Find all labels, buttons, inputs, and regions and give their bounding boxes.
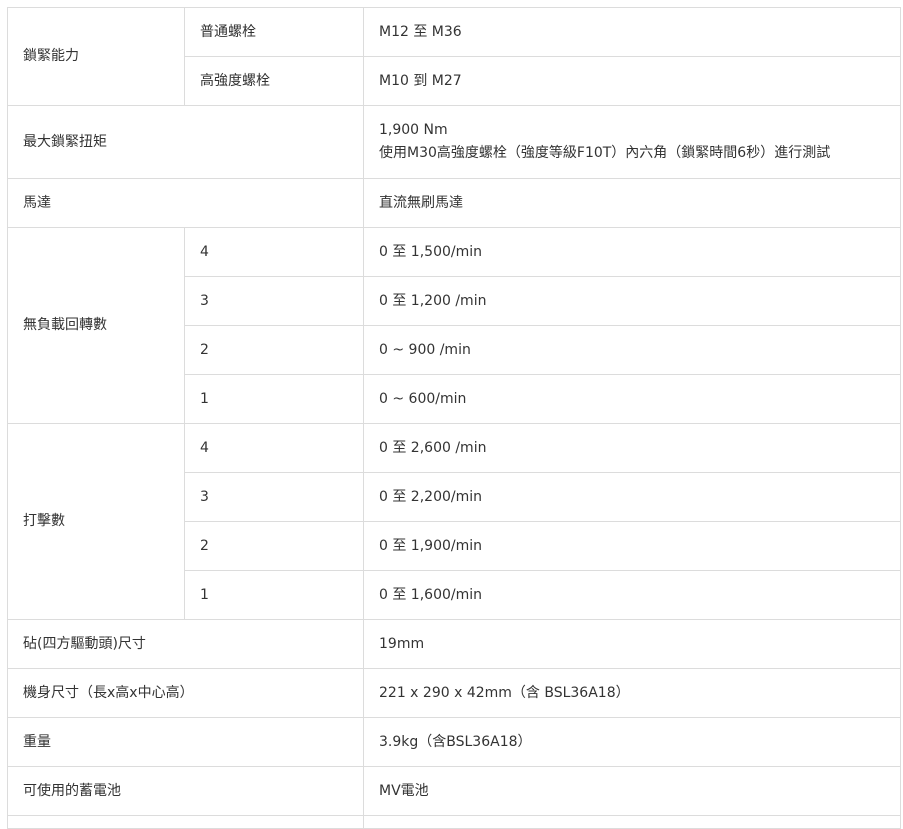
weight-label: 重量 (7, 717, 364, 767)
spec-table: 鎖緊能力 普通螺栓 M12 至 M36 高強度螺栓 M10 到 M27 最大鎖緊… (7, 7, 901, 829)
max-torque-value-line1: 1,900 Nm (379, 122, 448, 138)
impacts-value: 0 至 2,600 /min (363, 423, 901, 473)
no-load-speed-mode: 4 (184, 227, 364, 277)
max-torque-label: 最大鎖緊扭矩 (7, 105, 364, 179)
cut-off-cell (363, 815, 901, 829)
high-strength-bolt-value: M10 到 M27 (363, 56, 901, 106)
no-load-speed-mode: 2 (184, 325, 364, 375)
table-row: 馬達 直流無刷馬達 (7, 178, 901, 228)
table-row: 重量 3.9kg（含BSL36A18） (7, 717, 901, 767)
no-load-speed-value: 0 ~ 600/min (363, 374, 901, 424)
impacts-value: 0 至 1,900/min (363, 521, 901, 571)
cut-off-cell (7, 815, 364, 829)
table-row: 鎖緊能力 普通螺栓 M12 至 M36 (7, 7, 901, 106)
impacts-value: 0 至 2,200/min (363, 472, 901, 522)
weight-value: 3.9kg（含BSL36A18） (363, 717, 901, 767)
max-torque-value-line2: 使用M30高強度螺栓（強度等級F10T）內六角（鎖緊時間6秒）進行測試 (379, 145, 831, 161)
anvil-size-label: 砧(四方驅動頭)尺寸 (7, 619, 364, 669)
impacts-value: 0 至 1,600/min (363, 570, 901, 620)
impacts-mode: 2 (184, 521, 364, 571)
table-row (7, 815, 901, 829)
no-load-speed-label: 無負載回轉數 (7, 227, 185, 424)
no-load-speed-value: 0 至 1,500/min (363, 227, 901, 277)
table-row: 無負載回轉數 4 0 至 1,500/min (7, 227, 901, 424)
normal-bolt-value: M12 至 M36 (363, 7, 901, 57)
body-size-label: 機身尺寸（長x高x中心高） (7, 668, 364, 718)
motor-value: 直流無刷馬達 (363, 178, 901, 228)
body-size-value: 221 x 290 x 42mm（含 BSL36A18） (363, 668, 901, 718)
max-torque-value: 1,900 Nm 使用M30高強度螺栓（強度等級F10T）內六角（鎖緊時間6秒）… (363, 105, 901, 179)
table-row: 機身尺寸（長x高x中心高） 221 x 290 x 42mm（含 BSL36A1… (7, 668, 901, 718)
table-row: 可使用的蓄電池 MV電池 (7, 766, 901, 816)
no-load-speed-mode: 1 (184, 374, 364, 424)
table-row: 打擊數 4 0 至 2,600 /min (7, 423, 901, 620)
impacts-mode: 3 (184, 472, 364, 522)
high-strength-bolt-label: 高強度螺栓 (184, 56, 364, 106)
no-load-speed-value: 0 至 1,200 /min (363, 276, 901, 326)
anvil-size-value: 19mm (363, 619, 901, 669)
table-row: 最大鎖緊扭矩 1,900 Nm 使用M30高強度螺栓（強度等級F10T）內六角（… (7, 105, 901, 179)
impacts-label: 打擊數 (7, 423, 185, 620)
table-row: 砧(四方驅動頭)尺寸 19mm (7, 619, 901, 669)
lock-capacity-label: 鎖緊能力 (7, 7, 185, 106)
impacts-mode: 1 (184, 570, 364, 620)
motor-label: 馬達 (7, 178, 364, 228)
normal-bolt-label: 普通螺栓 (184, 7, 364, 57)
battery-value: MV電池 (363, 766, 901, 816)
impacts-mode: 4 (184, 423, 364, 473)
no-load-speed-mode: 3 (184, 276, 364, 326)
battery-label: 可使用的蓄電池 (7, 766, 364, 816)
no-load-speed-value: 0 ~ 900 /min (363, 325, 901, 375)
